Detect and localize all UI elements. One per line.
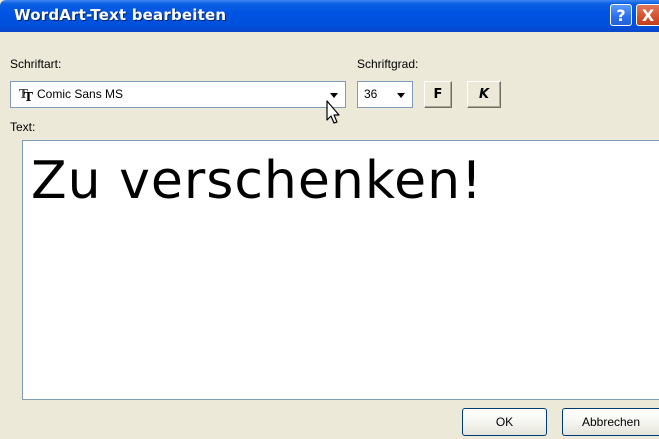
size-value: 36 (364, 87, 378, 101)
size-label: Schriftgrad: (357, 57, 419, 71)
text-input[interactable]: Zu verschenken! (22, 140, 659, 400)
close-icon: X (641, 6, 655, 25)
wordart-dialog: WordArt-Text bearbeiten ? X Schriftart: … (0, 0, 659, 439)
close-button[interactable]: X (636, 4, 659, 26)
italic-icon: K (478, 87, 490, 102)
window-title: WordArt-Text bearbeiten (14, 6, 227, 24)
size-dropdown-button[interactable] (393, 85, 409, 104)
ok-button[interactable]: OK (462, 408, 547, 436)
font-combobox[interactable]: T T Comic Sans MS (10, 81, 346, 108)
font-value: Comic Sans MS (37, 87, 124, 101)
ok-label: OK (495, 415, 514, 429)
mouse-pointer-icon (326, 100, 342, 130)
help-icon: ? (616, 6, 626, 25)
text-value: Zu verschenken! (31, 151, 483, 211)
size-combobox[interactable]: 36 (357, 81, 413, 108)
chevron-down-icon (397, 92, 405, 98)
font-label: Schriftart: (10, 57, 61, 71)
font-label-text: Schriftart: (10, 57, 62, 71)
italic-button[interactable]: K (467, 81, 501, 108)
title-bar[interactable]: WordArt-Text bearbeiten ? X (0, 0, 659, 32)
cancel-label: Abbrechen (581, 415, 641, 429)
cancel-button[interactable]: Abbrechen (562, 408, 659, 436)
truetype-font-icon: T T (19, 87, 35, 106)
chevron-down-icon (330, 92, 338, 98)
bold-icon: F (433, 87, 443, 102)
help-button[interactable]: ? (610, 4, 632, 26)
text-label: Text: (10, 120, 36, 134)
svg-text:T: T (24, 90, 33, 102)
bold-button[interactable]: F (424, 81, 452, 108)
